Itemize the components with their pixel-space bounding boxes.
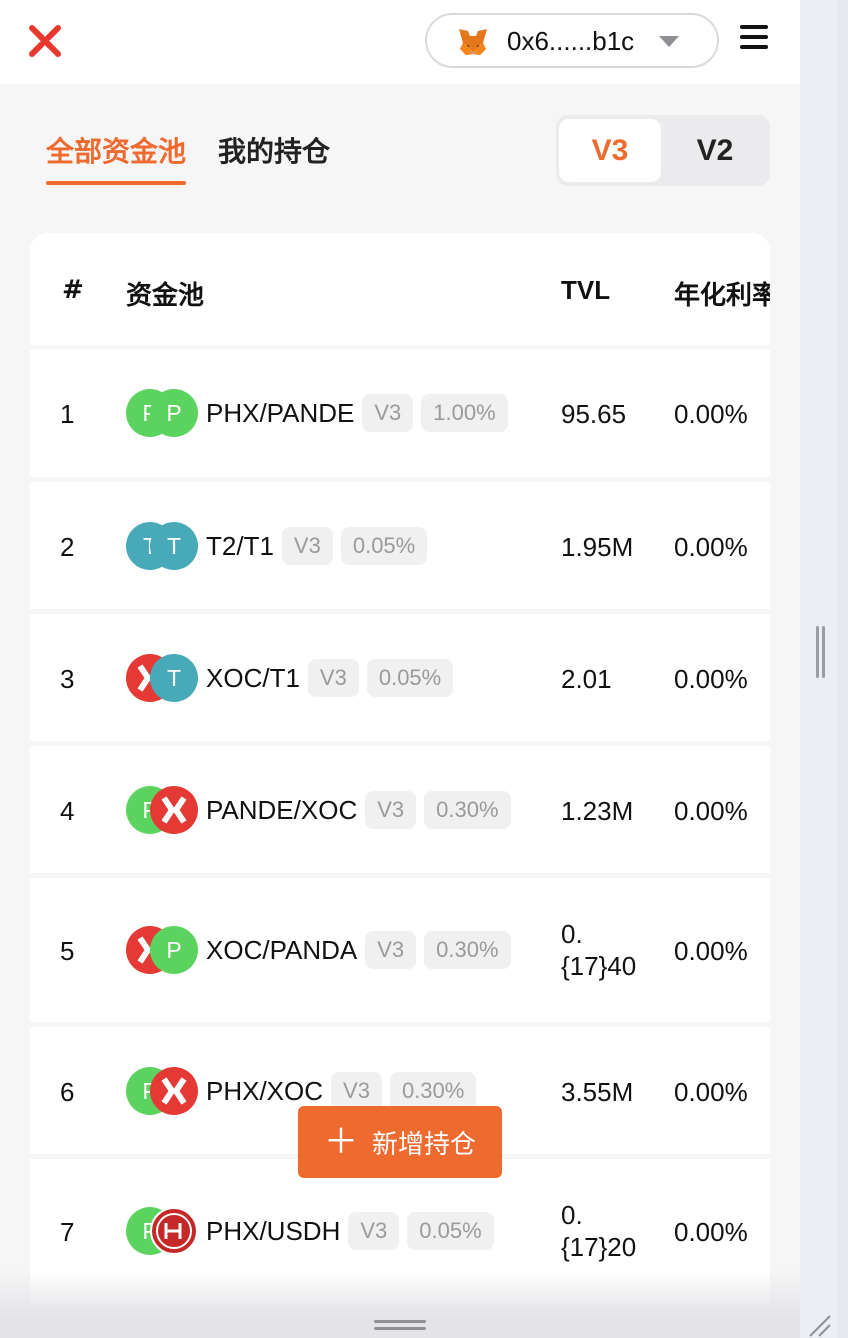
usdh-token-icon bbox=[150, 1207, 198, 1255]
row-index: 3 bbox=[60, 664, 75, 694]
apr-value: 0.00% bbox=[674, 399, 748, 429]
fee-tag: 0.05% bbox=[366, 659, 454, 697]
top-header: 0x6......b1c bbox=[0, 0, 800, 84]
version-switch: V3 V2 bbox=[556, 115, 770, 186]
column-header-tvl[interactable]: TVL bbox=[561, 275, 610, 306]
fee-tag: 1.00% bbox=[421, 394, 508, 432]
fee-tag: 0.30% bbox=[424, 791, 511, 829]
token-pair-icons: P bbox=[126, 926, 198, 974]
tvl-value: 1.23M bbox=[561, 796, 634, 826]
token-b-icon: P bbox=[150, 389, 198, 437]
version-tag: V3 bbox=[331, 1072, 382, 1110]
metamask-fox-icon bbox=[459, 29, 487, 55]
add-position-button[interactable]: ＋ 新增持仓 bbox=[298, 1106, 502, 1178]
tvl-value: 95.65 bbox=[561, 399, 627, 429]
pool-name: PHX/USDH V3 0.05% bbox=[206, 1212, 494, 1250]
apr-value: 0.00% bbox=[674, 796, 748, 826]
pool-pair-label: T2/T1 bbox=[206, 530, 274, 561]
pool-name: PHX/PANDE V3 1.00% bbox=[206, 394, 508, 432]
version-v2-button[interactable]: V2 bbox=[664, 119, 766, 182]
version-tag: V3 bbox=[281, 527, 333, 565]
table-row[interactable]: 1 P P PHX/PANDE V3 1.00% 95.65 0.00% bbox=[30, 349, 770, 477]
pool-name: XOC/T1 V3 0.05% bbox=[206, 659, 454, 697]
version-tag: V3 bbox=[365, 931, 417, 969]
resize-grip-icon[interactable] bbox=[806, 1312, 832, 1338]
row-index: 6 bbox=[60, 1077, 75, 1107]
app-window: 0x6......b1c 全部资金池 我的持仓 V3 V2 # 资金池 TVL … bbox=[0, 0, 800, 1338]
table-header: # 资金池 TVL 年化利率 bbox=[30, 233, 770, 345]
panel-splitter-handle[interactable] bbox=[816, 626, 826, 678]
table-row[interactable]: 4 P PANDE/XOC V3 0.30% 1.23M 0.00% bbox=[30, 746, 770, 873]
apr-value: 0.00% bbox=[674, 936, 748, 966]
tvl-value: 0. {17}40 bbox=[561, 918, 636, 982]
column-header-apr[interactable]: 年化利率 bbox=[674, 275, 770, 312]
pool-name: XOC/PANDA V3 0.30% bbox=[206, 931, 511, 969]
pool-pair-label: PANDE/XOC bbox=[206, 794, 358, 825]
apr-value: 0.00% bbox=[674, 1217, 748, 1247]
app-logo-icon[interactable] bbox=[28, 24, 62, 58]
bottom-drag-handle[interactable] bbox=[374, 1320, 426, 1332]
apr-value: 0.00% bbox=[674, 664, 748, 694]
token-b-icon: P bbox=[150, 926, 198, 974]
token-pair-icons: P bbox=[126, 786, 198, 834]
token-pair-icons: P bbox=[126, 1067, 198, 1115]
tvl-value-line2: {17}20 bbox=[561, 1232, 637, 1262]
fee-tag: 0.30% bbox=[389, 1072, 477, 1110]
version-tag: V3 bbox=[348, 1212, 400, 1250]
row-index: 2 bbox=[60, 532, 75, 562]
table-row[interactable]: 5 P XOC/PANDA V3 0.30% 0. {17}40 0.00% bbox=[30, 878, 770, 1022]
pool-name: PHX/XOC V3 0.30% bbox=[206, 1072, 477, 1110]
wallet-button[interactable]: 0x6......b1c bbox=[425, 13, 719, 68]
chevron-down-icon bbox=[659, 36, 679, 47]
tvl-value: 2.01 bbox=[561, 664, 612, 694]
row-index: 5 bbox=[60, 936, 75, 966]
row-index: 7 bbox=[60, 1217, 75, 1247]
pool-name: PANDE/XOC V3 0.30% bbox=[206, 791, 511, 829]
apr-value: 0.00% bbox=[674, 1077, 748, 1107]
version-v3-button[interactable]: V3 bbox=[559, 119, 661, 182]
row-index: 1 bbox=[60, 399, 75, 429]
xoc-token-icon bbox=[150, 1067, 198, 1115]
tvl-value-line1: 0. bbox=[561, 919, 583, 949]
fee-tag: 0.30% bbox=[424, 931, 511, 969]
token-pair-icons: P P bbox=[126, 389, 198, 437]
column-header-index: # bbox=[62, 275, 84, 305]
column-header-pool: 资金池 bbox=[126, 281, 205, 311]
tvl-value: 1.95M bbox=[561, 532, 634, 562]
tvl-value: 3.55M bbox=[561, 1077, 634, 1107]
pool-name: T2/T1 V3 0.05% bbox=[206, 527, 428, 565]
table-row[interactable]: 3 T XOC/T1 V3 0.05% 2.01 0.00% bbox=[30, 614, 770, 741]
token-b-icon: T bbox=[150, 522, 198, 570]
tab-my-positions[interactable]: 我的持仓 bbox=[218, 130, 330, 170]
add-position-label: 新增持仓 bbox=[371, 1129, 476, 1160]
plus-icon: ＋ bbox=[323, 1122, 358, 1162]
table-row[interactable]: 2 T T T2/T1 V3 0.05% 1.95M 0.00% bbox=[30, 482, 770, 609]
wallet-address: 0x6......b1c bbox=[507, 26, 635, 56]
token-pair-icons: P bbox=[126, 1207, 198, 1255]
xoc-token-icon bbox=[150, 786, 198, 834]
hamburger-menu-icon[interactable] bbox=[740, 25, 768, 49]
pool-pair-label: PHX/PANDE bbox=[206, 397, 355, 428]
version-tag: V3 bbox=[307, 659, 359, 697]
pool-pair-label: XOC/PANDA bbox=[206, 934, 358, 965]
token-b-icon: T bbox=[150, 654, 198, 702]
tvl-value-line2: {17}40 bbox=[561, 951, 637, 981]
fee-tag: 0.05% bbox=[340, 527, 428, 565]
active-tab-indicator bbox=[46, 181, 186, 185]
version-tag: V3 bbox=[362, 394, 414, 432]
apr-value: 0.00% bbox=[674, 532, 748, 562]
token-pair-icons: T bbox=[126, 654, 198, 702]
pool-pair-label: PHX/USDH bbox=[206, 1215, 341, 1246]
fee-tag: 0.05% bbox=[407, 1212, 494, 1250]
version-tag: V3 bbox=[365, 791, 417, 829]
pool-pair-label: PHX/XOC bbox=[206, 1075, 324, 1106]
row-index: 4 bbox=[60, 796, 75, 826]
token-pair-icons: T T bbox=[126, 522, 198, 570]
tvl-value-line1: 0. bbox=[561, 1200, 583, 1230]
pool-pair-label: XOC/T1 bbox=[206, 662, 300, 693]
tvl-value: 0. {17}20 bbox=[561, 1199, 636, 1263]
tab-all-pools[interactable]: 全部资金池 bbox=[46, 130, 186, 170]
